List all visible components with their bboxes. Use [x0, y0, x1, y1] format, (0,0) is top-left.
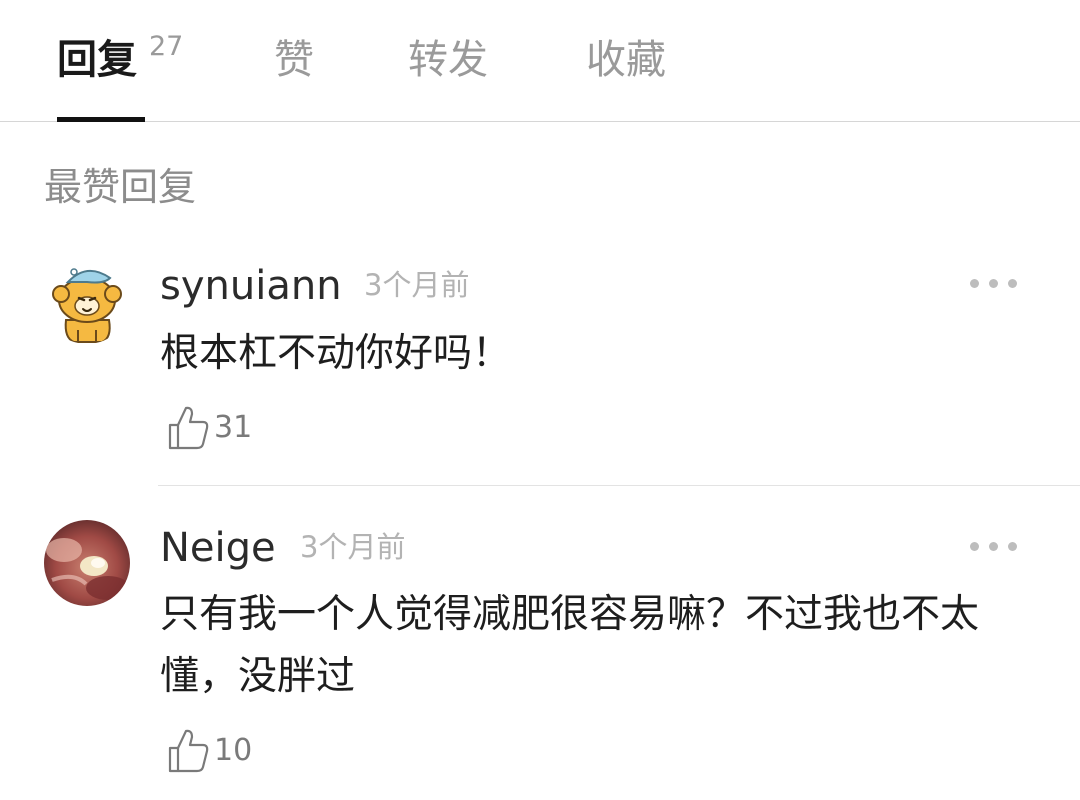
like-count: 10	[214, 733, 253, 768]
tab-reposts-label: 转发	[408, 37, 488, 83]
tab-favorites-label: 收藏	[586, 37, 666, 83]
tab-reposts[interactable]: 转发	[408, 34, 488, 86]
more-dots-icon[interactable]	[970, 276, 1018, 290]
username[interactable]: synuiann	[160, 260, 342, 312]
timestamp: 3个月前	[364, 268, 470, 302]
thumbs-up-icon	[168, 406, 209, 450]
thumbs-up-icon	[168, 729, 209, 773]
comment-text: 只有我一个人觉得减肥很容易嘛？不过我也不太懂，没胖过	[160, 592, 980, 699]
tab-replies[interactable]: 回复 27	[57, 32, 183, 86]
like-count: 31	[214, 410, 253, 445]
tab-favorites[interactable]: 收藏	[586, 34, 666, 86]
cartoon-bear-with-cap-avatar	[44, 258, 130, 344]
comment-text: 根本杠不动你好吗！	[160, 331, 512, 376]
avatar[interactable]	[44, 520, 130, 606]
timestamp: 3个月前	[300, 530, 406, 564]
tab-bar: 回复 27 赞 转发 收藏	[0, 0, 1080, 122]
comment-divider	[158, 485, 1080, 486]
section-title: 最赞回复	[44, 165, 197, 209]
food-photo-avatar	[44, 520, 130, 606]
tab-replies-count: 27	[149, 31, 184, 62]
tab-likes-label: 赞	[274, 37, 314, 83]
username[interactable]: Neige	[160, 522, 276, 574]
avatar[interactable]	[44, 258, 130, 344]
active-tab-indicator	[57, 117, 145, 122]
tab-likes[interactable]: 赞	[274, 34, 314, 86]
more-dots-icon[interactable]	[970, 539, 1018, 553]
tab-replies-label: 回复	[57, 37, 137, 83]
